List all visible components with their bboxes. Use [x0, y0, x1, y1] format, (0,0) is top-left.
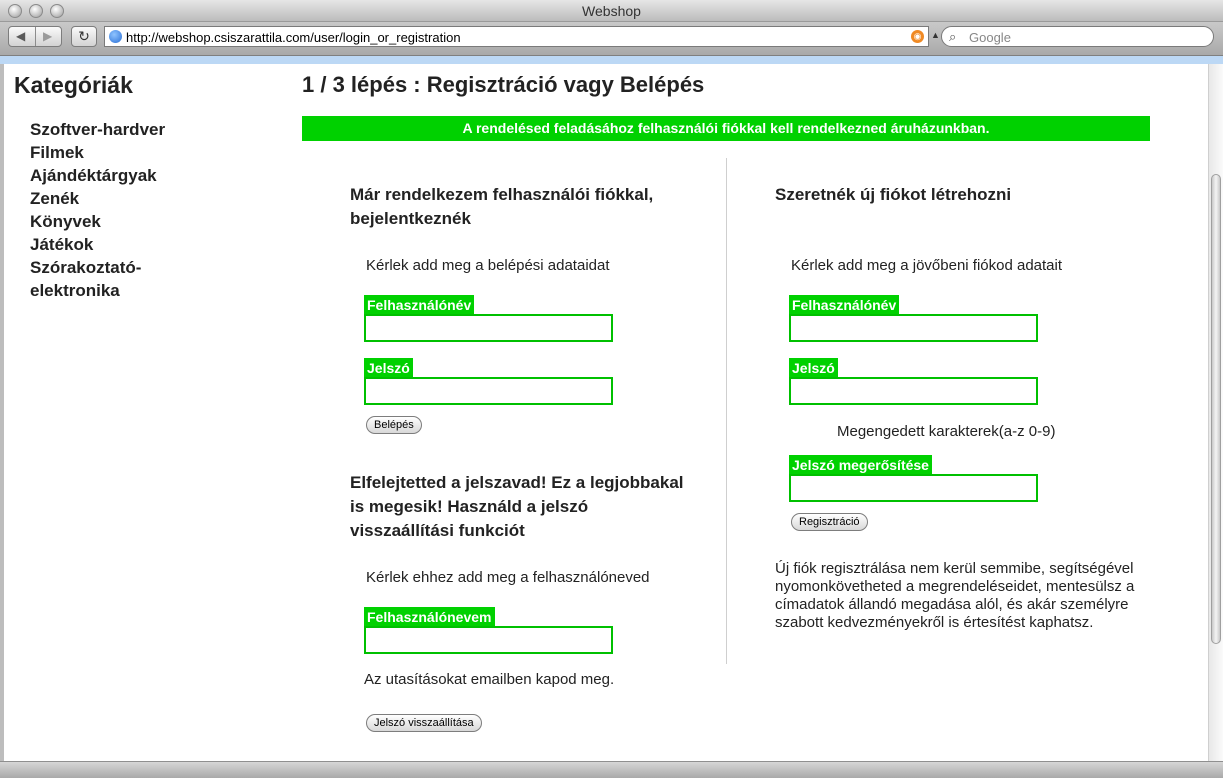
reload-icon: ↻ [78, 28, 90, 44]
category-link[interactable]: Játékok [30, 233, 170, 256]
register-instruction: Kérlek add meg a jövőbeni fiókod adatait [791, 257, 1063, 274]
vertical-scrollbar[interactable] [1208, 64, 1223, 761]
browser-toolbar: ◀ ▶ ↻ http://webshop.csiszarattila.com/u… [0, 22, 1223, 56]
category-link[interactable]: Zenék [30, 187, 170, 210]
window-titlebar: Webshop [0, 0, 1223, 22]
bookmarks-bar [0, 56, 1223, 64]
register-password-label: Jelszó [789, 358, 838, 378]
categories-heading: Kategóriák [14, 72, 133, 98]
login-button[interactable]: Belépés [366, 416, 422, 434]
allowed-characters-hint: Megengedett karakterek(a-z 0-9) [837, 423, 1056, 440]
register-username-label: Felhasználónév [789, 295, 900, 315]
forgot-username-input[interactable] [364, 626, 613, 654]
register-section-title: Szeretnék új fiókot létrehozni [775, 185, 1012, 204]
register-confirm-input[interactable] [789, 474, 1038, 502]
category-link[interactable]: Könyvek [30, 210, 170, 233]
register-password-input[interactable] [789, 377, 1038, 405]
category-link[interactable]: Szórakoztató-elektronika [30, 256, 170, 302]
url-text[interactable]: http://webshop.csiszarattila.com/user/lo… [126, 30, 461, 45]
scrollbar-thumb[interactable] [1211, 174, 1221, 644]
reset-password-button[interactable]: Jelszó visszaállítása [366, 714, 482, 732]
globe-icon [109, 30, 122, 43]
search-icon[interactable]: ⌕ [949, 29, 956, 45]
status-bar [0, 761, 1223, 778]
address-bar[interactable]: http://webshop.csiszarattila.com/user/lo… [104, 26, 929, 47]
window-title: Webshop [582, 3, 641, 19]
category-link[interactable]: Ajándéktárgyak [30, 164, 170, 187]
register-confirm-label: Jelszó megerősítése [789, 455, 932, 475]
nav-buttons: ◀ ▶ [8, 26, 62, 47]
nav-separator [35, 27, 36, 46]
login-username-label: Felhasználónév [364, 295, 475, 315]
login-username-input[interactable] [364, 314, 613, 342]
register-username-input[interactable] [789, 314, 1038, 342]
register-description: Új fiók regisztrálása nem kerül semmibe,… [775, 560, 1135, 631]
register-button[interactable]: Regisztráció [791, 513, 868, 531]
page-title: 1 / 3 lépés : Regisztráció vagy Belépés [302, 72, 705, 97]
search-field[interactable]: ⌕ Google [941, 26, 1214, 47]
rss-icon[interactable]: ◉ [911, 30, 924, 43]
login-password-label: Jelszó [364, 358, 413, 378]
forgot-note: Az utasításokat emailben kapod meg. [364, 671, 615, 688]
category-link[interactable]: Szoftver-hardver [30, 118, 170, 141]
search-placeholder: Google [969, 30, 1011, 45]
forgot-section-title: Elfelejtetted a jelszavad! Ez a legjobba… [350, 473, 684, 540]
login-section-title: Már rendelkezem felhasználói fiókkal, be… [350, 185, 654, 228]
column-divider [726, 158, 727, 664]
forgot-username-label: Felhasználónevem [364, 607, 495, 627]
login-password-input[interactable] [364, 377, 613, 405]
reload-button[interactable]: ↻ [71, 26, 97, 47]
notice-banner: A rendelésed feladásához felhasználói fi… [302, 116, 1150, 141]
category-link[interactable]: Filmek [30, 141, 170, 164]
address-caret-icon[interactable]: ▲ [931, 30, 940, 40]
category-list: Szoftver-hardver Filmek Ajándéktárgyak Z… [30, 118, 170, 302]
login-instruction: Kérlek add meg a belépési adataidat [366, 257, 610, 274]
forward-arrow-icon[interactable]: ▶ [43, 29, 52, 43]
forgot-instruction: Kérlek ehhez add meg a felhasználóneved [366, 569, 650, 586]
back-arrow-icon[interactable]: ◀ [16, 29, 25, 43]
page-viewport: Kategóriák Szoftver-hardver Filmek Ajánd… [4, 64, 1208, 761]
